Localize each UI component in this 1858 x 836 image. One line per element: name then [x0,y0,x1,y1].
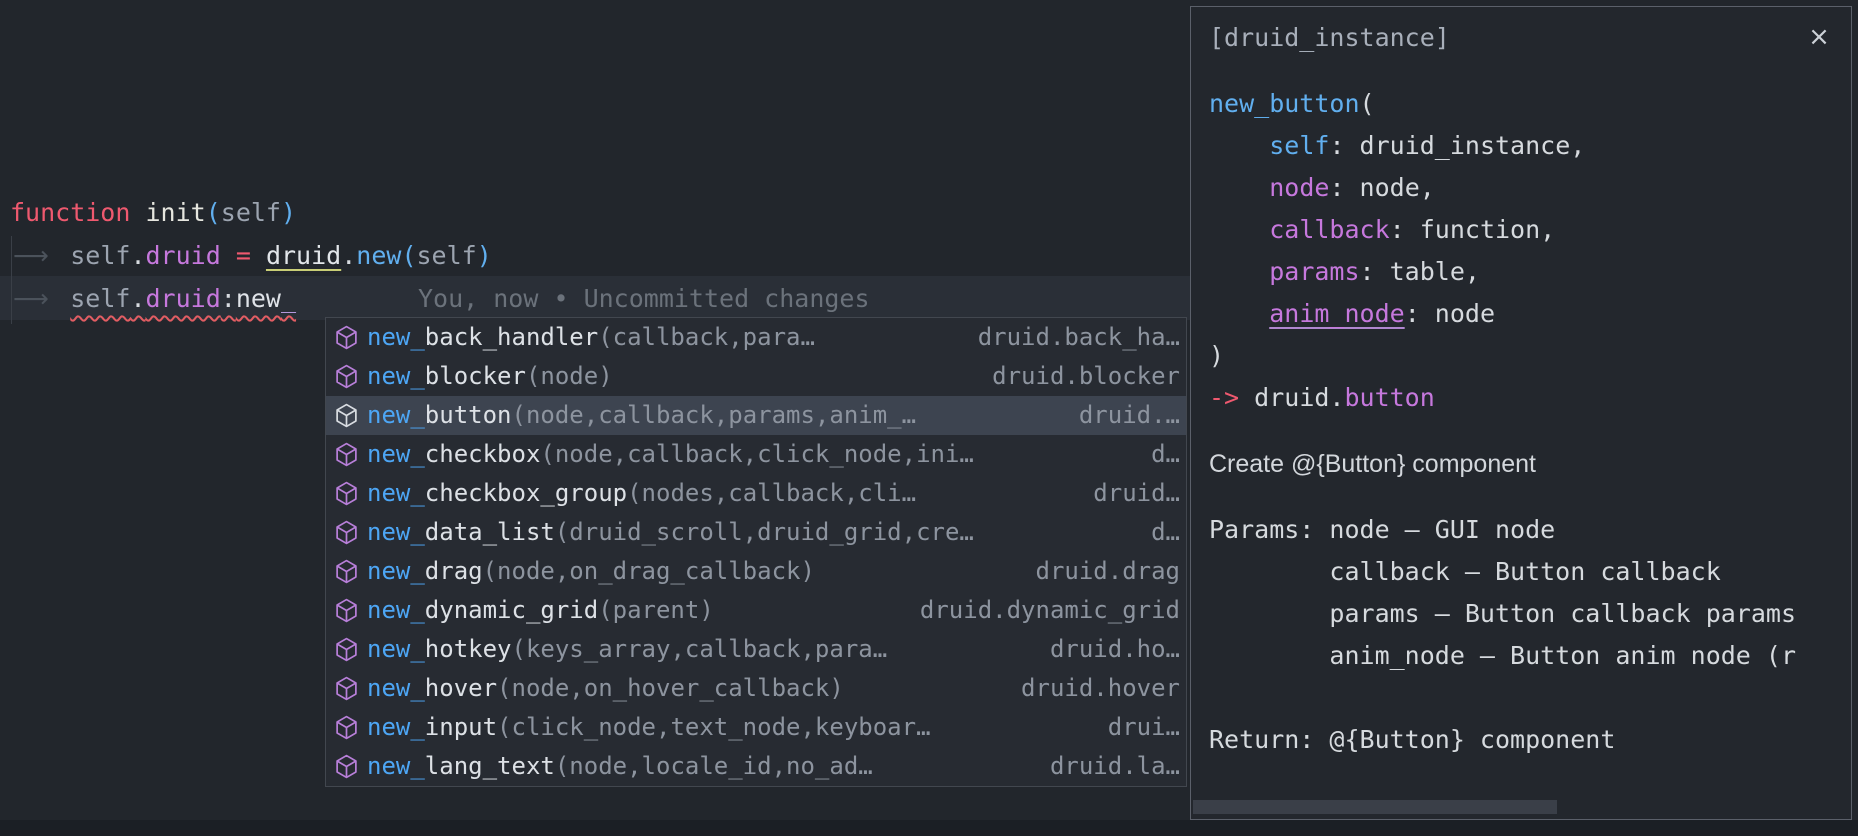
autocomplete-item[interactable]: new_data_list(druid_scroll,druid_grid,cr… [326,513,1186,552]
code-line-3[interactable]: self.druid:new_ [10,282,296,315]
autocomplete-item[interactable]: new_hover(node,on_hover_callback) druid.… [326,669,1186,708]
doc-signature-line: new_button( [1209,83,1851,125]
doc-signature-line: self: druid_instance, [1209,125,1851,167]
doc-signature-line: params: table, [1209,251,1851,293]
autocomplete-item-module: d… [1139,513,1180,552]
doc-signature-line: node: node, [1209,167,1851,209]
method-symbol-icon [334,481,359,506]
doc-params-line: callback — Button callback [1209,551,1851,593]
autocomplete-item-module: druid.back_ha… [966,318,1180,357]
autocomplete-item-label: new_input(click_node,text_node,keyboar… [367,708,931,747]
autocomplete-item[interactable]: new_checkbox(node,callback,click_node,in… [326,435,1186,474]
doc-return-type-line: -> druid.button [1209,377,1851,419]
method-symbol-icon [334,442,359,467]
close-icon[interactable]: × [1803,21,1835,53]
autocomplete-item-module: druid… [1081,474,1180,513]
editor-bottom-edge [0,820,1858,836]
method-symbol-icon [334,637,359,662]
autocomplete-item-module: druid.blocker [980,357,1180,396]
doc-signature-line: ) [1209,335,1851,377]
method-symbol-icon [334,676,359,701]
error-squiggle: self.druid:new_ [70,284,296,313]
method-symbol-icon [334,754,359,779]
autocomplete-item-module: druid.hover [1009,669,1180,708]
autocomplete-item-module: d… [1139,435,1180,474]
doc-signature-line: anim_node: node [1209,293,1851,335]
autocomplete-item-module: drui… [1096,708,1180,747]
horizontal-scrollbar[interactable] [1193,800,1557,814]
doc-description: Create @{Button} component [1209,443,1851,485]
autocomplete-item-label: new_blocker(node) [367,357,613,396]
autocomplete-item-label: new_data_list(druid_scroll,druid_grid,cr… [367,513,974,552]
doc-params-line: anim_node — Button anim node (r [1209,635,1851,677]
autocomplete-item-module: druid.drag [1024,552,1181,591]
suggest-details-panel: × [druid_instance] new_button( self: dru… [1190,6,1852,820]
autocomplete-item-label: new_lang_text(node,locale_id,no_ad… [367,747,873,786]
doc-title: [druid_instance] [1209,17,1851,59]
autocomplete-item-module: druid.dynamic_grid [908,591,1180,630]
method-symbol-icon [334,598,359,623]
code-line-1[interactable]: function init(self) [10,196,296,229]
doc-signature-line: callback: function, [1209,209,1851,251]
method-symbol-icon [334,715,359,740]
autocomplete-item-label: new_checkbox(node,callback,click_node,in… [367,435,974,474]
autocomplete-item-label: new_checkbox_group(nodes,callback,cli… [367,474,916,513]
autocomplete-item[interactable]: new_hotkey(keys_array,callback,para… dru… [326,630,1186,669]
method-symbol-icon [334,325,359,350]
method-symbol-icon [334,364,359,389]
autocomplete-item[interactable]: new_back_handler(callback,para… druid.ba… [326,318,1186,357]
autocomplete-item-label: new_hotkey(keys_array,callback,para… [367,630,887,669]
autocomplete-item-module: druid.ho… [1038,630,1180,669]
code-editor: ⟶ ⟶ function init(self) self.druid = dru… [0,0,1858,836]
autocomplete-item[interactable]: new_blocker(node) druid.blocker [326,357,1186,396]
autocomplete-popup: new_back_handler(callback,para… druid.ba… [325,317,1187,787]
autocomplete-item[interactable]: new_dynamic_grid(parent) druid.dynamic_g… [326,591,1186,630]
autocomplete-item-module: druid.… [1067,396,1180,435]
method-symbol-icon [334,559,359,584]
autocomplete-item[interactable]: new_button(node,callback,params,anim_… d… [326,396,1186,435]
doc-return-line: Return: @{Button} component [1209,719,1851,761]
autocomplete-item[interactable]: new_lang_text(node,locale_id,no_ad… drui… [326,747,1186,786]
code-line-2[interactable]: self.druid = druid.new(self) [10,239,492,272]
autocomplete-item-label: new_back_handler(callback,para… [367,318,815,357]
method-symbol-icon [334,403,359,428]
autocomplete-item-module: druid.la… [1038,747,1180,786]
doc-params-line: Params: node — GUI node [1209,509,1851,551]
autocomplete-item-label: new_button(node,callback,params,anim_… [367,396,916,435]
autocomplete-item[interactable]: new_input(click_node,text_node,keyboar… … [326,708,1186,747]
git-blame-annotation: You, now • Uncommitted changes [418,282,870,315]
doc-params-line: params — Button callback params [1209,593,1851,635]
autocomplete-item[interactable]: new_checkbox_group(nodes,callback,cli… d… [326,474,1186,513]
autocomplete-item-label: new_drag(node,on_drag_callback) [367,552,815,591]
autocomplete-item-label: new_hover(node,on_hover_callback) [367,669,844,708]
autocomplete-item[interactable]: new_drag(node,on_drag_callback) druid.dr… [326,552,1186,591]
autocomplete-item-label: new_dynamic_grid(parent) [367,591,714,630]
method-symbol-icon [334,520,359,545]
